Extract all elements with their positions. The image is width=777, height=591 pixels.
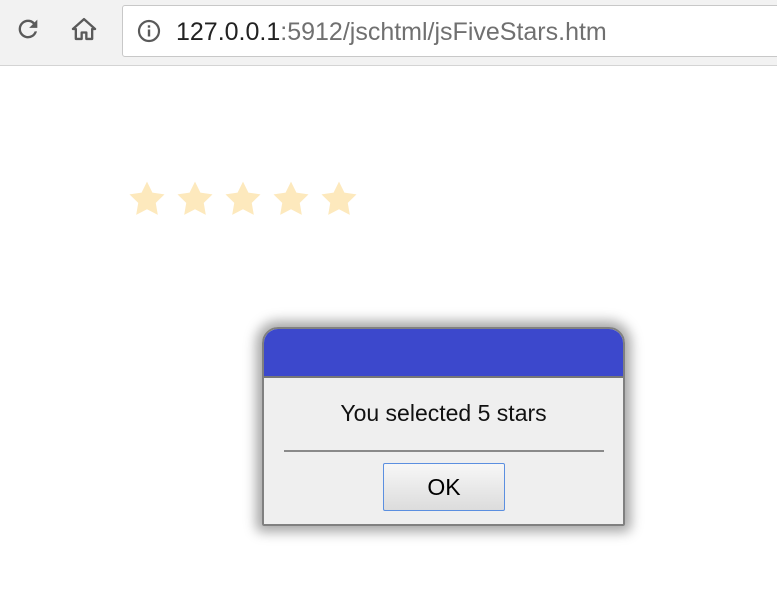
page: 127.0.0.1:5912/jschtml/jsFiveStars.htm Y… [0, 0, 777, 591]
ok-button[interactable]: OK [383, 463, 505, 511]
star-icon [129, 181, 165, 215]
url-path: :5912/jschtml/jsFiveStars.htm [280, 18, 607, 46]
alert-dialog: You selected 5 stars OK [262, 327, 625, 526]
star-icon [177, 181, 213, 215]
dialog-message: You selected 5 stars [340, 400, 547, 426]
star-icon [225, 181, 261, 215]
home-button[interactable] [66, 11, 102, 47]
info-icon[interactable] [137, 19, 161, 43]
star-2[interactable] [174, 179, 222, 225]
home-icon [71, 17, 97, 41]
star-icon [273, 181, 309, 215]
star-3[interactable] [222, 179, 270, 225]
url-host: 127.0.0.1 [176, 18, 281, 46]
dialog-titlebar[interactable] [264, 329, 623, 378]
star-rating [126, 179, 366, 225]
dialog-divider [284, 450, 604, 452]
address-bar[interactable]: 127.0.0.1:5912/jschtml/jsFiveStars.htm [122, 5, 777, 57]
reload-icon [18, 19, 38, 39]
reload-button[interactable] [10, 11, 46, 47]
star-icon [321, 181, 357, 215]
star-5[interactable] [318, 179, 366, 225]
browser-toolbar: 127.0.0.1:5912/jschtml/jsFiveStars.htm [0, 0, 777, 66]
url-text[interactable]: 127.0.0.1:5912/jschtml/jsFiveStars.htm [176, 18, 607, 46]
star-1[interactable] [126, 179, 174, 225]
star-4[interactable] [270, 179, 318, 225]
